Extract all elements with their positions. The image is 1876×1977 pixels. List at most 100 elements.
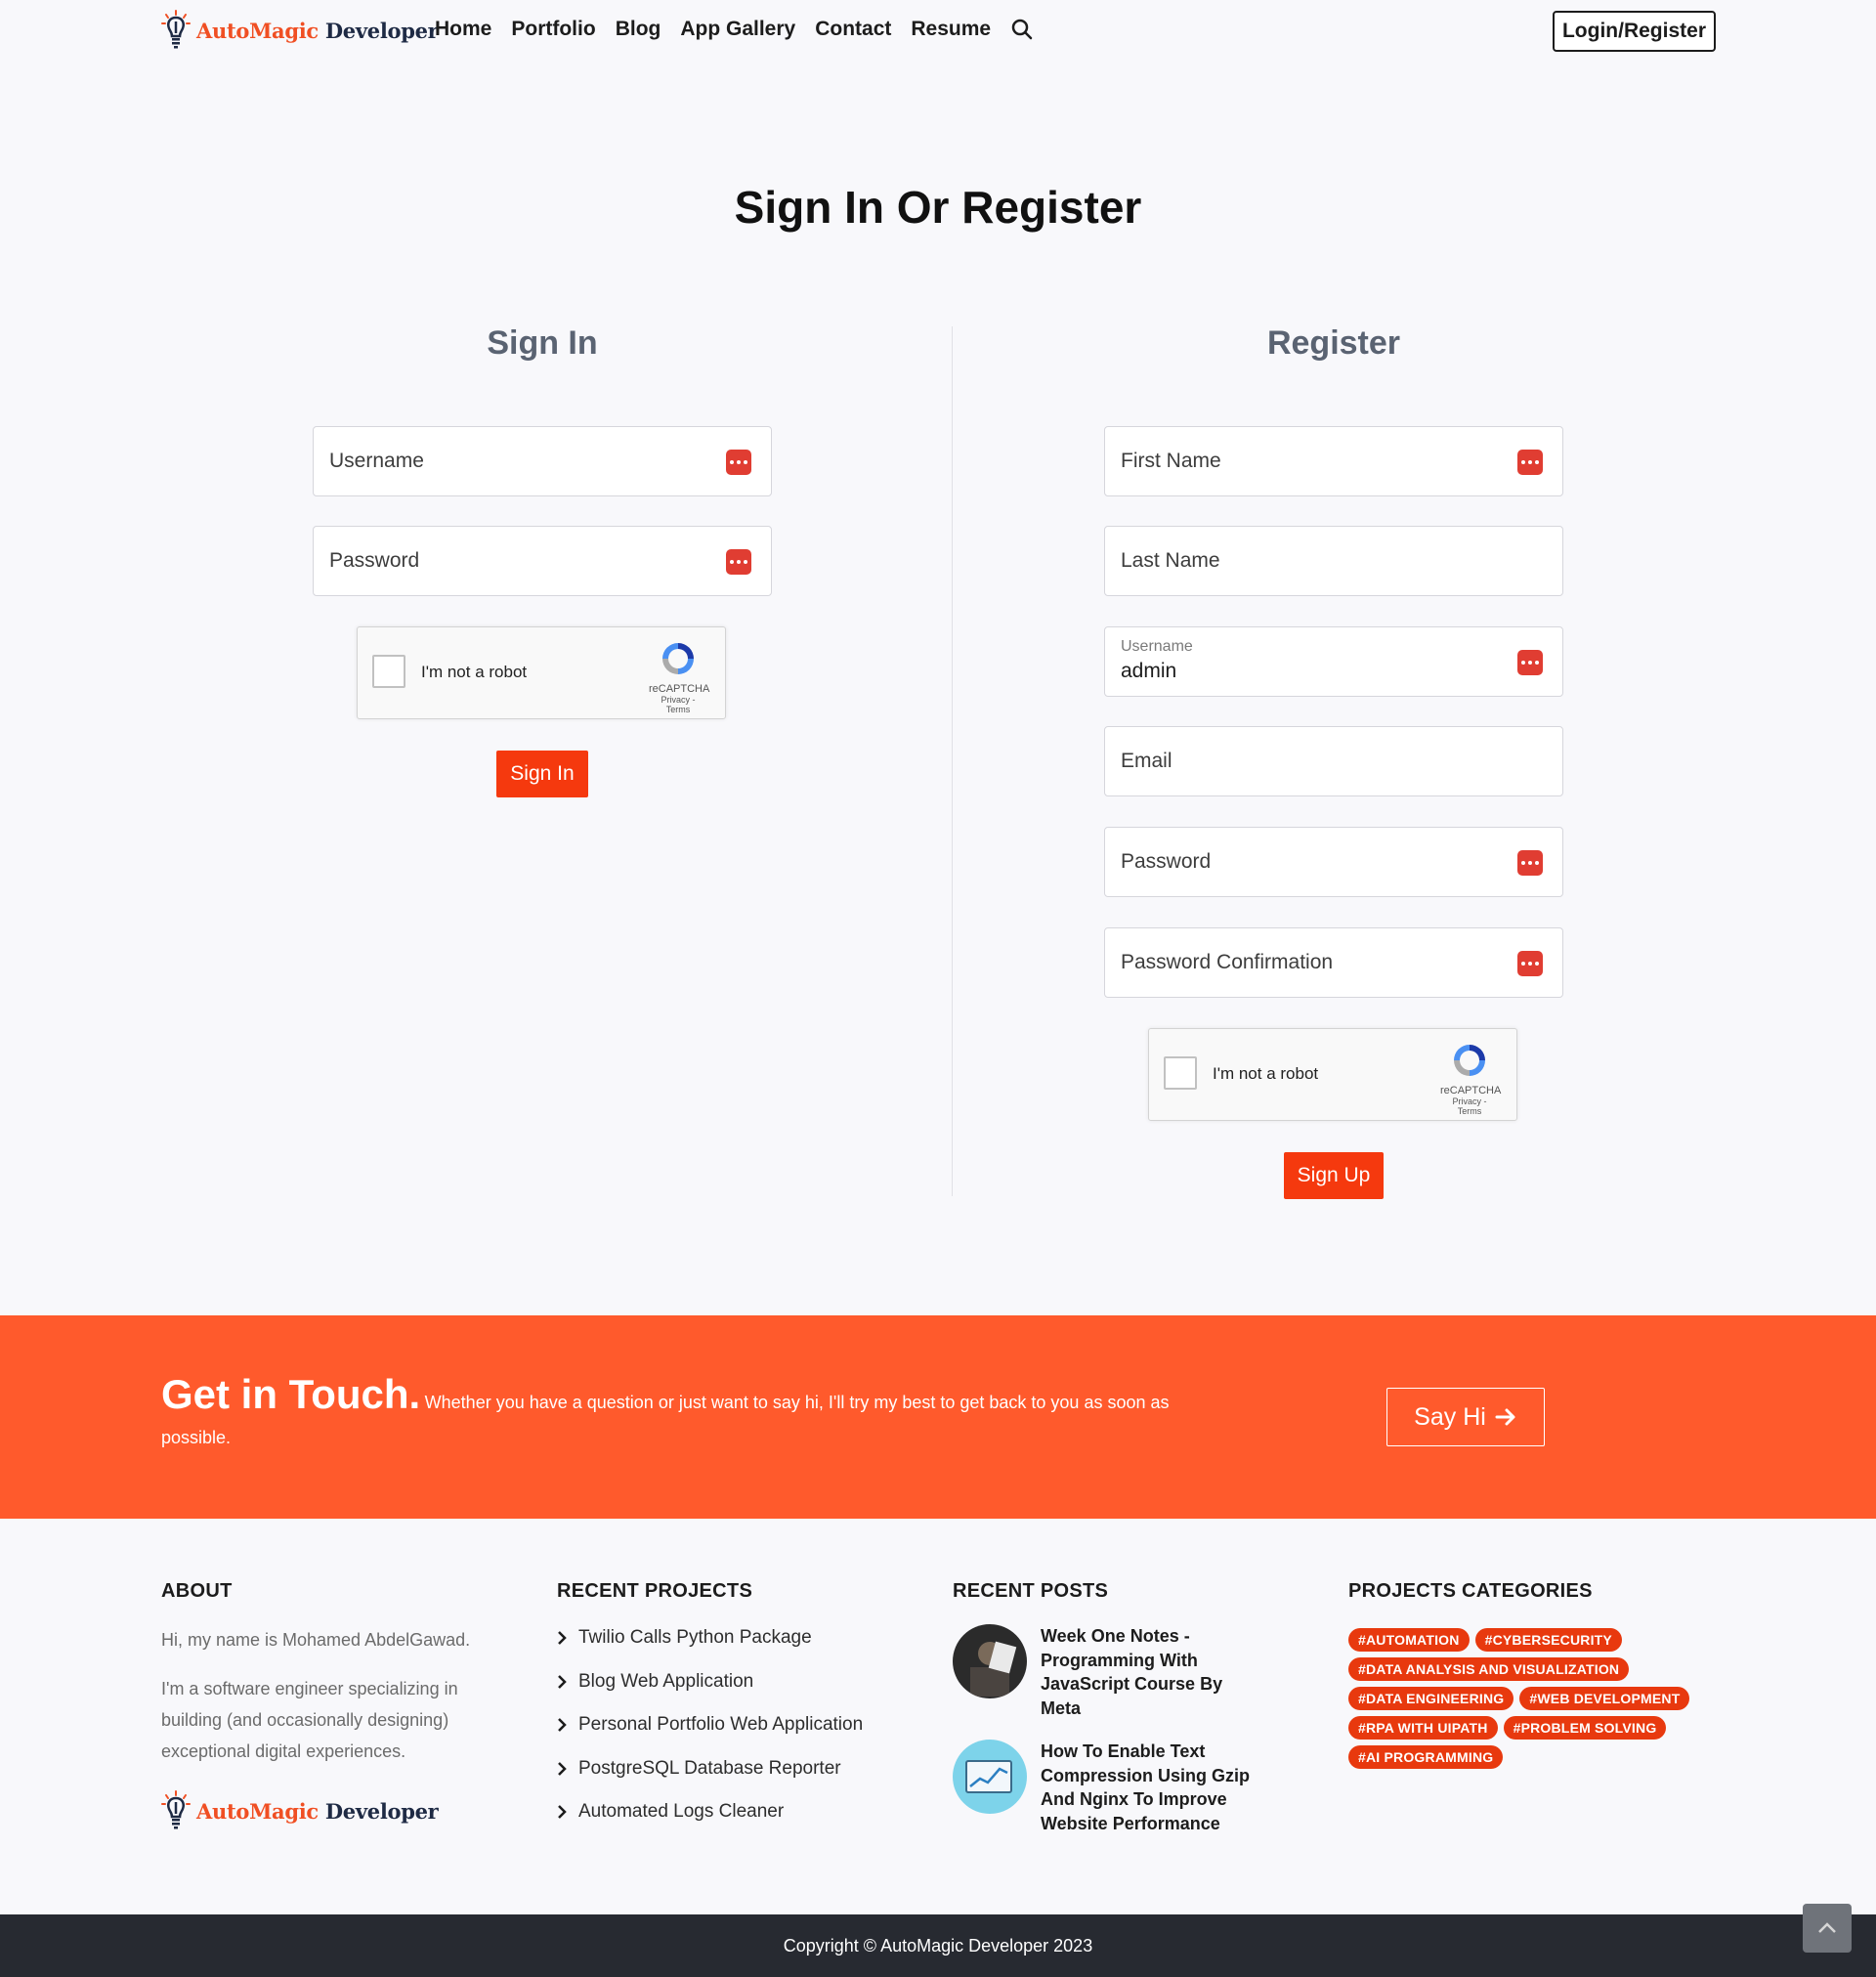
signin-title: Sign In: [487, 324, 598, 362]
recaptcha-label: I'm not a robot: [1213, 1064, 1319, 1083]
say-hi-label: Say Hi: [1414, 1402, 1486, 1431]
password-manager-icon[interactable]: [1517, 650, 1543, 675]
footer-logo[interactable]: AutoMagic Developer: [161, 1790, 493, 1831]
footer-about: ABOUT Hi, my name is Mohamed AbdelGawad.…: [161, 1580, 493, 1831]
signup-button[interactable]: Sign Up: [1284, 1152, 1384, 1199]
footer-recent-posts: RECENT POSTS Week One Notes - Programmin…: [953, 1580, 1285, 1835]
register-username-value: admin: [1121, 660, 1177, 682]
recaptcha-brand: reCAPTCHA: [1440, 1085, 1502, 1096]
email-field[interactable]: Email: [1104, 726, 1563, 796]
cta-text: Get in Touch. Whether you have a questio…: [161, 1374, 1187, 1456]
post-item[interactable]: Week One Notes - Programming With JavaSc…: [953, 1624, 1285, 1720]
recaptcha-label: I'm not a robot: [421, 663, 528, 681]
lightbulb-logo-icon: [161, 1790, 191, 1831]
nav-links: Home Portfolio Blog App Gallery Contact …: [435, 18, 1034, 41]
recaptcha-icon: [1454, 1045, 1485, 1076]
category-tags: #AUTOMATION #CYBERSECURITY #DATA ANALYSI…: [1348, 1628, 1720, 1769]
recent-posts-heading: RECENT POSTS: [953, 1580, 1109, 1602]
category-tag[interactable]: #DATA ANALYSIS AND VISUALIZATION: [1348, 1657, 1630, 1681]
category-tag[interactable]: #AI PROGRAMMING: [1348, 1745, 1504, 1769]
category-tag[interactable]: #DATA ENGINEERING: [1348, 1687, 1514, 1710]
category-tag[interactable]: #WEB DEVELOPMENT: [1519, 1687, 1690, 1710]
category-tag[interactable]: #CYBERSECURITY: [1474, 1628, 1622, 1652]
chevron-right-icon: [558, 1805, 567, 1820]
nav-contact[interactable]: Contact: [815, 18, 891, 41]
project-link[interactable]: PostgreSQL Database Reporter: [557, 1747, 889, 1791]
signin-password-placeholder: Password: [329, 549, 420, 572]
category-tag[interactable]: #PROBLEM SOLVING: [1503, 1716, 1667, 1740]
nav-portfolio[interactable]: Portfolio: [511, 18, 595, 41]
about-intro: Hi, my name is Mohamed AbdelGawad.: [161, 1630, 471, 1650]
nav-blog[interactable]: Blog: [616, 18, 661, 41]
footer-recent-projects: RECENT PROJECTS Twilio Calls Python Pack…: [557, 1580, 889, 1834]
about-description: I'm a software engineer specializing in …: [161, 1679, 458, 1761]
project-link[interactable]: Automated Logs Cleaner: [557, 1790, 889, 1834]
project-link[interactable]: Blog Web Application: [557, 1660, 889, 1704]
project-link[interactable]: Personal Portfolio Web Application: [557, 1703, 889, 1747]
chevron-right-icon: [558, 1761, 567, 1776]
post-thumbnail[interactable]: [953, 1624, 1027, 1698]
brand-name: AutoMagic Developer: [196, 18, 439, 43]
recaptcha-logo: reCAPTCHA Privacy - Terms: [649, 639, 710, 714]
column-divider: [952, 326, 953, 1196]
lightbulb-logo-icon: [161, 10, 191, 51]
register-password-field[interactable]: Password: [1104, 827, 1563, 897]
password-manager-icon[interactable]: [1517, 951, 1543, 976]
site-logo[interactable]: AutoMagic Developer: [161, 10, 439, 51]
brand-name: AutoMagic Developer: [196, 1798, 439, 1824]
project-link[interactable]: Twilio Calls Python Package: [557, 1616, 889, 1660]
cta-heading: Get in Touch.: [161, 1371, 421, 1417]
signin-username-field[interactable]: Username: [313, 426, 772, 496]
last-name-field[interactable]: Last Name: [1104, 526, 1563, 596]
category-tag[interactable]: #RPA WITH UIPATH: [1348, 1716, 1498, 1740]
post-thumbnail[interactable]: [953, 1740, 1027, 1814]
signin-username-placeholder: Username: [329, 450, 424, 472]
post-item[interactable]: How To Enable Text Compression Using Gzi…: [953, 1740, 1285, 1835]
recaptcha-checkbox[interactable]: [1164, 1056, 1197, 1090]
top-nav: AutoMagic Developer Home Portfolio Blog …: [0, 0, 1876, 63]
nav-app-gallery[interactable]: App Gallery: [680, 18, 795, 41]
password-manager-icon[interactable]: [726, 549, 751, 575]
post-title[interactable]: Week One Notes - Programming With JavaSc…: [1041, 1624, 1251, 1720]
about-heading: ABOUT: [161, 1580, 233, 1602]
chevron-right-icon: [558, 1631, 567, 1646]
say-hi-button[interactable]: Say Hi: [1386, 1388, 1545, 1446]
post-title[interactable]: How To Enable Text Compression Using Gzi…: [1041, 1740, 1251, 1835]
password-manager-icon[interactable]: [726, 450, 751, 475]
recent-projects-heading: RECENT PROJECTS: [557, 1580, 753, 1602]
first-name-placeholder: First Name: [1121, 450, 1221, 472]
register-recaptcha: I'm not a robot reCAPTCHA Privacy - Term…: [1148, 1028, 1517, 1121]
email-placeholder: Email: [1121, 750, 1172, 772]
chevron-right-icon: [558, 1718, 567, 1733]
chevron-up-icon: [1818, 1922, 1836, 1933]
footer-project-categories: PROJECTS CATEGORIES #AUTOMATION #CYBERSE…: [1348, 1580, 1739, 1769]
recaptcha-terms[interactable]: Privacy - Terms: [1440, 1096, 1499, 1116]
recaptcha-logo: reCAPTCHA Privacy - Terms: [1440, 1041, 1502, 1116]
register-username-field[interactable]: Username admin: [1104, 626, 1563, 697]
signin-button[interactable]: Sign In: [496, 751, 588, 797]
project-categories-heading: PROJECTS CATEGORIES: [1348, 1580, 1593, 1602]
signin-recaptcha: I'm not a robot reCAPTCHA Privacy - Term…: [357, 626, 726, 719]
get-in-touch-section: Get in Touch. Whether you have a questio…: [0, 1315, 1876, 1519]
signin-password-field[interactable]: Password: [313, 526, 772, 596]
arrow-right-icon: [1495, 1408, 1515, 1426]
category-tag[interactable]: #AUTOMATION: [1348, 1628, 1470, 1652]
password-manager-icon[interactable]: [1517, 450, 1543, 475]
page-title: Sign In Or Register: [734, 182, 1142, 233]
password-manager-icon[interactable]: [1517, 850, 1543, 876]
login-register-button[interactable]: Login/Register: [1553, 11, 1716, 52]
nav-resume[interactable]: Resume: [911, 18, 991, 41]
back-to-top-button[interactable]: [1803, 1904, 1852, 1953]
first-name-field[interactable]: First Name: [1104, 426, 1563, 496]
last-name-placeholder: Last Name: [1121, 549, 1220, 572]
recaptcha-brand: reCAPTCHA: [649, 683, 710, 695]
copyright-bar: Copyright © AutoMagic Developer 2023: [0, 1914, 1876, 1977]
recaptcha-icon: [662, 643, 694, 674]
password-confirmation-field[interactable]: Password Confirmation: [1104, 927, 1563, 998]
chevron-right-icon: [558, 1674, 567, 1689]
recaptcha-terms[interactable]: Privacy - Terms: [649, 695, 707, 714]
password-confirmation-placeholder: Password Confirmation: [1121, 951, 1334, 973]
search-icon[interactable]: [1010, 18, 1034, 41]
nav-home[interactable]: Home: [435, 18, 491, 41]
recaptcha-checkbox[interactable]: [372, 655, 405, 688]
